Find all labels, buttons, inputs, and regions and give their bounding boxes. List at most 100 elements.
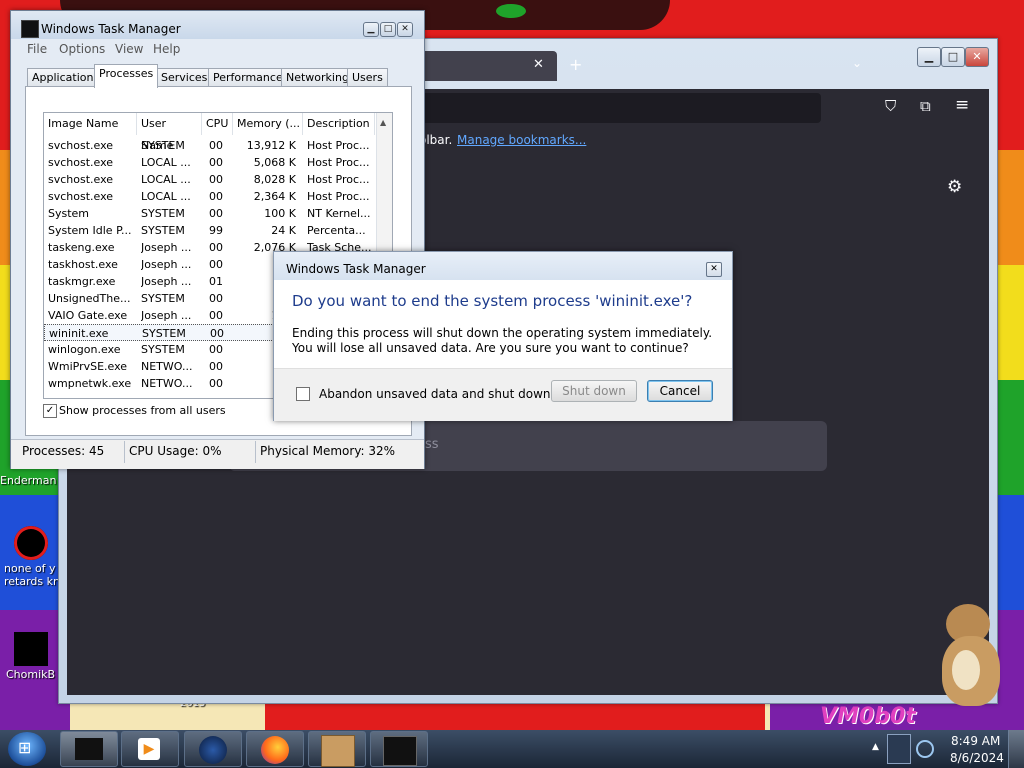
process-cell-user: SYSTEM xyxy=(141,343,185,356)
extensions-icon[interactable]: ⧉ xyxy=(920,97,931,115)
desktop-icon-label: Enderman xyxy=(0,474,57,487)
taskmgr-icon xyxy=(75,738,103,760)
task-manager-app-icon xyxy=(21,20,39,38)
process-row[interactable]: svchost.exe LOCAL ... 00 5,068 K Host Proc..… xyxy=(44,154,374,171)
tab-applications[interactable]: Applications xyxy=(27,68,105,87)
menu-options[interactable]: Options xyxy=(59,42,105,56)
dialog-question: Do you want to end the system process 'w… xyxy=(292,292,693,310)
column-header-memory[interactable]: Memory (... xyxy=(233,113,303,135)
process-row[interactable]: System Idle P... SYSTEM 99 24 K Percenta... xyxy=(44,222,374,239)
process-cell-cpu: 01 xyxy=(209,275,223,288)
menu-view[interactable]: View xyxy=(115,42,143,56)
tab-processes[interactable]: Processes xyxy=(94,64,159,88)
process-cell-name: svchost.exe xyxy=(48,139,114,152)
process-row[interactable]: svchost.exe LOCAL ... 00 2,364 K Host Proc..… xyxy=(44,188,374,205)
taskbar-firefox-button[interactable] xyxy=(246,731,304,767)
column-header-cpu[interactable]: CPU xyxy=(202,113,233,135)
tab-list-icon[interactable]: ⌄ xyxy=(852,56,862,70)
process-row[interactable]: svchost.exe SYSTEM 00 13,912 K Host Proc... xyxy=(44,137,374,154)
process-cell-name: wmpnetwk.exe xyxy=(48,377,132,390)
menu-help[interactable]: Help xyxy=(153,42,180,56)
process-row[interactable]: System SYSTEM 00 100 K NT Kernel... xyxy=(44,205,374,222)
dialog-close-button[interactable]: ✕ xyxy=(706,262,722,277)
process-cell-user: SYSTEM xyxy=(142,327,186,340)
process-cell-desc: Host Proc... xyxy=(307,139,370,152)
taskbar-chomik-button[interactable] xyxy=(308,731,366,767)
end-process-dialog: Windows Task Manager ✕ Do you want to en… xyxy=(273,251,733,421)
wallpaper-text: VM0b0t xyxy=(820,704,916,729)
maximize-button[interactable]: □ xyxy=(941,47,965,67)
tab-networking[interactable]: Networking xyxy=(281,68,354,87)
browser-tab[interactable]: ✕ xyxy=(417,51,557,81)
taskbar-app-button[interactable] xyxy=(184,731,242,767)
process-cell-user: SYSTEM xyxy=(141,207,185,220)
process-cell-cpu: 00 xyxy=(209,258,223,271)
taskbar-taskmgr-button[interactable] xyxy=(60,731,118,767)
scroll-up-icon[interactable]: ▲ xyxy=(380,118,386,127)
tray-expand-icon[interactable]: ▲ xyxy=(872,742,879,752)
process-cell-user: Joseph ... xyxy=(141,241,192,254)
pocket-icon[interactable]: ⛉ xyxy=(885,97,896,115)
process-cell-cpu: 00 xyxy=(209,207,223,220)
process-cell-desc: Percenta... xyxy=(307,224,366,237)
clock-date[interactable]: 8/6/2024 xyxy=(950,751,1004,765)
process-cell-desc: NT Kernel... xyxy=(307,207,371,220)
clock-time[interactable]: 8:49 AM xyxy=(951,734,1000,748)
tab-users[interactable]: Users xyxy=(347,68,388,87)
desktop-icon-chomik[interactable]: ChomikB xyxy=(6,632,66,681)
process-cell-name: taskhost.exe xyxy=(48,258,118,271)
process-cell-user: Joseph ... xyxy=(141,309,192,322)
process-cell-user: SYSTEM xyxy=(141,292,185,305)
network-tray-icon[interactable] xyxy=(887,734,911,764)
abandon-data-checkbox[interactable] xyxy=(296,387,310,401)
process-cell-mem: 8,028 K xyxy=(253,173,296,186)
process-row[interactable]: svchost.exe LOCAL ... 00 8,028 K Host Proc..… xyxy=(44,171,374,188)
minimize-button[interactable]: ▁ xyxy=(363,22,379,37)
new-tab-icon[interactable]: + xyxy=(569,55,582,74)
process-cell-user: SYSTEM xyxy=(141,139,185,152)
process-cell-name: System xyxy=(48,207,90,220)
close-button[interactable]: ✕ xyxy=(397,22,413,37)
process-cell-cpu: 00 xyxy=(209,309,223,322)
show-desktop-button[interactable] xyxy=(1008,730,1024,768)
hamster-box-icon xyxy=(321,735,355,767)
tab-close-icon[interactable]: ✕ xyxy=(533,57,544,72)
cancel-button[interactable]: Cancel xyxy=(647,380,713,402)
tab-services[interactable]: Services xyxy=(156,68,213,87)
status-cpu: CPU Usage: 0% xyxy=(129,444,222,458)
window-title: Windows Task Manager xyxy=(41,22,181,36)
settings-gear-icon[interactable]: ⚙ xyxy=(947,177,962,197)
process-cell-mem: 13,912 K xyxy=(246,139,296,152)
process-cell-user: LOCAL ... xyxy=(141,173,191,186)
process-cell-mem: 100 K xyxy=(264,207,296,220)
dialog-title: Windows Task Manager xyxy=(286,262,426,276)
desktop-app-icon xyxy=(14,632,48,666)
tab-performance[interactable]: Performance xyxy=(208,68,288,87)
maximize-button[interactable]: □ xyxy=(380,22,396,37)
menu-file[interactable]: File xyxy=(27,42,47,56)
url-bar[interactable] xyxy=(417,93,821,123)
globe-app-icon xyxy=(199,736,227,764)
shut-down-button[interactable]: Shut down xyxy=(551,380,637,402)
desktop-icon-label: none of y retards kn xyxy=(4,562,60,588)
taskbar-terminal-button[interactable] xyxy=(370,731,428,767)
start-button[interactable]: ⊞ xyxy=(8,732,46,766)
column-header-description[interactable]: Description xyxy=(303,113,375,135)
process-cell-cpu: 00 xyxy=(209,156,223,169)
manage-bookmarks-link[interactable]: Manage bookmarks... xyxy=(457,133,586,147)
desktop-icon-label: ChomikB xyxy=(6,668,56,681)
sync-tray-icon[interactable] xyxy=(916,740,934,758)
menu-icon[interactable]: ≡ xyxy=(955,95,969,115)
show-all-users-checkbox[interactable]: ✓ xyxy=(43,404,57,418)
process-cell-name: UnsignedThe... xyxy=(48,292,131,305)
process-cell-user: SYSTEM xyxy=(141,224,185,237)
column-header-user-name[interactable]: User Name xyxy=(137,113,202,152)
close-button[interactable]: ✕ xyxy=(965,47,989,67)
process-cell-cpu: 00 xyxy=(209,343,223,356)
status-divider xyxy=(255,441,256,463)
process-cell-name: svchost.exe xyxy=(48,190,114,203)
windows-logo-icon: ⊞ xyxy=(18,738,32,757)
minimize-button[interactable]: ▁ xyxy=(917,47,941,67)
process-cell-name: winlogon.exe xyxy=(48,343,121,356)
taskbar-media-button[interactable]: ▶ xyxy=(121,731,179,767)
